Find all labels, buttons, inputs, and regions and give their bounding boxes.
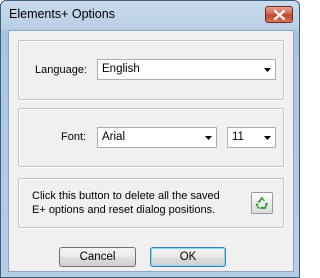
language-value: English [102, 63, 140, 75]
recycle-icon [255, 196, 268, 209]
dialog-content: Language: English Font: Arial 11 Click t… [8, 30, 294, 272]
chevron-down-icon [205, 136, 212, 140]
ok-button[interactable]: OK [150, 247, 226, 267]
font-group: Font: Arial 11 [18, 108, 284, 167]
cancel-button[interactable]: Cancel [59, 247, 136, 267]
options-dialog: Elements+ Options Language: English Font… [0, 0, 300, 278]
reset-description: Click this button to delete all the save… [32, 190, 220, 216]
language-label: Language: [35, 64, 87, 76]
close-button[interactable] [265, 6, 293, 23]
font-family-value: Arial [102, 131, 126, 143]
language-dropdown[interactable]: English [97, 59, 276, 80]
font-size-dropdown[interactable]: 11 [227, 127, 276, 148]
dialog-title: Elements+ Options [9, 7, 115, 21]
chevron-down-icon [264, 68, 271, 72]
language-group: Language: English [18, 40, 284, 100]
font-label: Font: [61, 131, 87, 143]
reset-group: Click this button to delete all the save… [18, 178, 284, 228]
font-family-dropdown[interactable]: Arial [97, 127, 217, 148]
chevron-down-icon [264, 136, 271, 140]
reset-options-button[interactable] [251, 192, 273, 214]
close-icon [274, 10, 285, 20]
font-size-value: 11 [232, 131, 244, 143]
